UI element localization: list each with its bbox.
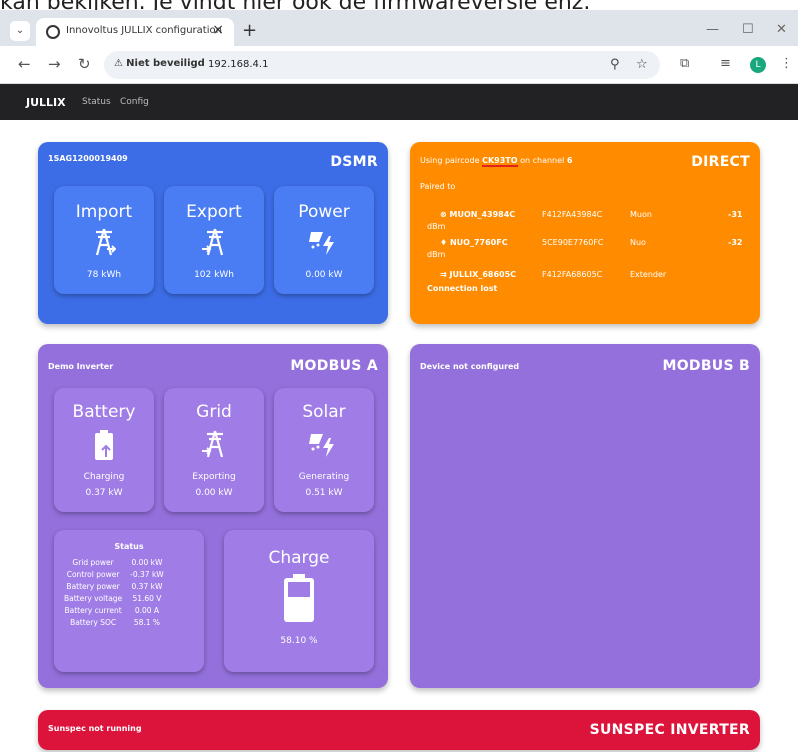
app-navbar: JULLIX Status Config (0, 84, 798, 120)
device-name: ⇉ JULLIX_68605C (440, 270, 517, 279)
dsmr-tag: DSMR (330, 154, 378, 170)
close-tab-icon[interactable]: × (212, 22, 224, 38)
modbus-a-device-name: Demo Inverter (48, 362, 114, 371)
device-mac: 5CE90E7760FC (542, 238, 604, 247)
device-type: Muon (630, 210, 652, 219)
solar-power-icon (274, 228, 374, 260)
menu-icon[interactable]: ⋮ (780, 56, 793, 71)
export-title: Export (186, 202, 242, 222)
status-row: Battery SOC 58.1 % (70, 617, 161, 627)
brand-logo[interactable]: JULLIX (26, 96, 66, 109)
export-value: 102 kWh (194, 270, 234, 280)
minimize-icon[interactable]: — (706, 22, 719, 37)
import-tile: Import 78 kWh (54, 186, 154, 294)
device-name: ⊗ MUON_43984C (440, 210, 516, 219)
direct-card: Using paircode CK93TO on channel 6 DIREC… (410, 142, 760, 324)
forward-icon[interactable]: → (48, 55, 61, 73)
device-type: Nuo (630, 238, 646, 247)
device-mac: F412FA68605C (542, 270, 603, 279)
nav-config-link[interactable]: Config (120, 97, 149, 107)
device-rssi: -31 (728, 210, 743, 219)
sunspec-status: Sunspec not running (48, 724, 142, 733)
sunspec-card: Sunspec not running SUNSPEC INVERTER (38, 710, 760, 750)
paired-to-label: Paired to (420, 182, 456, 191)
status-row: Grid power 0.00 kW (72, 557, 163, 567)
device-type: Extender (630, 270, 667, 279)
close-window-icon[interactable]: ✕ (776, 22, 787, 37)
device-name: ♦ NUO_7760FC (440, 238, 508, 247)
solar-value: 0.51 kW (305, 488, 343, 498)
status-title: Status (114, 542, 144, 551)
channel-value: 6 (566, 156, 573, 165)
tab-title: Innovoltus JULLIX configuration (66, 25, 222, 36)
solar-state: Generating (298, 472, 350, 482)
import-value: 78 kWh (86, 270, 122, 280)
battery-tile: Battery Charging 0.37 kW (54, 388, 154, 512)
maximize-icon[interactable]: ☐ (742, 22, 754, 37)
browser-toolbar: ← → ↻ ⚠ Niet beveiligd 192.168.4.1 ⚲ ☆ ⧉… (0, 46, 798, 84)
battery-value: 0.37 kW (85, 488, 123, 498)
back-icon[interactable]: ← (18, 55, 31, 73)
security-indicator[interactable]: ⚠ Niet beveiligd (114, 58, 205, 69)
nav-status-link[interactable]: Status (82, 97, 111, 107)
status-row: Battery power 0.37 kW (66, 581, 163, 591)
grid-state: Exporting (192, 472, 236, 482)
battery-state: Charging (83, 472, 125, 482)
battery-level-icon (224, 574, 374, 626)
paircode-line: Using paircode CK93TO on channel 6 (420, 156, 573, 167)
solar-tile: Solar Generating 0.51 kW (274, 388, 374, 512)
tower-import-icon (54, 228, 154, 260)
status-row: Battery current 0.00 A (64, 605, 160, 615)
status-table: Grid power 0.00 kW Control power -0.37 kW … (60, 556, 168, 628)
battery-title: Battery (72, 402, 136, 422)
power-title: Power (298, 202, 350, 222)
power-value: 0.00 kW (305, 270, 343, 280)
direct-tag: DIRECT (691, 154, 750, 170)
browser-tab[interactable]: Innovoltus JULLIX configuration × (36, 18, 234, 46)
tower-export-icon (164, 228, 264, 260)
export-tile: Export 102 kWh (164, 186, 264, 294)
device-rssi-unit: dBm (427, 250, 446, 259)
connection-status: Connection lost (427, 284, 498, 293)
sunspec-tag: SUNSPEC INVERTER (589, 722, 750, 738)
tab-search-button[interactable]: ⌄ (10, 21, 30, 41)
tower-export-icon (164, 430, 264, 462)
solar-power-icon (274, 430, 374, 462)
charge-title: Charge (268, 548, 330, 568)
charge-value: 58.10 % (280, 636, 318, 646)
battery-charging-icon (54, 430, 154, 464)
bookmark-star-icon[interactable]: ☆ (636, 57, 648, 72)
device-mac: F412FA43984C (542, 210, 603, 219)
dsmr-meter-id: 1SAG1200019409 (48, 154, 128, 163)
grid-value: 0.00 kW (195, 488, 233, 498)
dsmr-card: 1SAG1200019409 DSMR Import 78 kWh Export… (38, 142, 388, 324)
modbus-a-card: Demo Inverter MODBUS A Battery Charging … (38, 344, 388, 688)
new-tab-icon[interactable]: + (242, 22, 257, 40)
device-rssi: -32 (728, 238, 743, 247)
favicon-icon (46, 25, 60, 39)
modbus-a-tag: MODBUS A (290, 358, 378, 374)
modbus-b-card: Device not configured MODBUS B (410, 344, 760, 688)
media-icon[interactable]: ≡ (720, 56, 731, 71)
device-rssi-unit: dBm (427, 222, 446, 231)
status-row: Battery voltage 51.60 V (64, 593, 162, 603)
modbus-b-status: Device not configured (420, 362, 520, 371)
extensions-icon[interactable]: ⧉ (680, 56, 689, 71)
modbus-b-tag: MODBUS B (662, 358, 750, 374)
zoom-icon[interactable]: ⚲ (610, 57, 620, 72)
charge-tile: Charge 58.10 % (224, 530, 374, 672)
import-title: Import (75, 202, 133, 222)
grid-tile: Grid Exporting 0.00 kW (164, 388, 264, 512)
solar-title: Solar (302, 402, 346, 422)
address-bar[interactable]: ⚠ Niet beveiligd 192.168.4.1 ⚲ ☆ (104, 51, 660, 79)
profile-avatar[interactable]: L (750, 57, 766, 73)
url-text: 192.168.4.1 (208, 59, 269, 70)
status-tile: Status Grid power 0.00 kW Control power -0… (54, 530, 204, 672)
paircode-value: CK93TO (482, 156, 518, 167)
browser-tab-strip: ⌄ Innovoltus JULLIX configuration × + — … (0, 10, 798, 46)
status-row: Control power -0.37 kW (66, 569, 164, 579)
grid-title: Grid (196, 402, 232, 422)
power-tile: Power 0.00 kW (274, 186, 374, 294)
reload-icon[interactable]: ↻ (78, 55, 91, 73)
